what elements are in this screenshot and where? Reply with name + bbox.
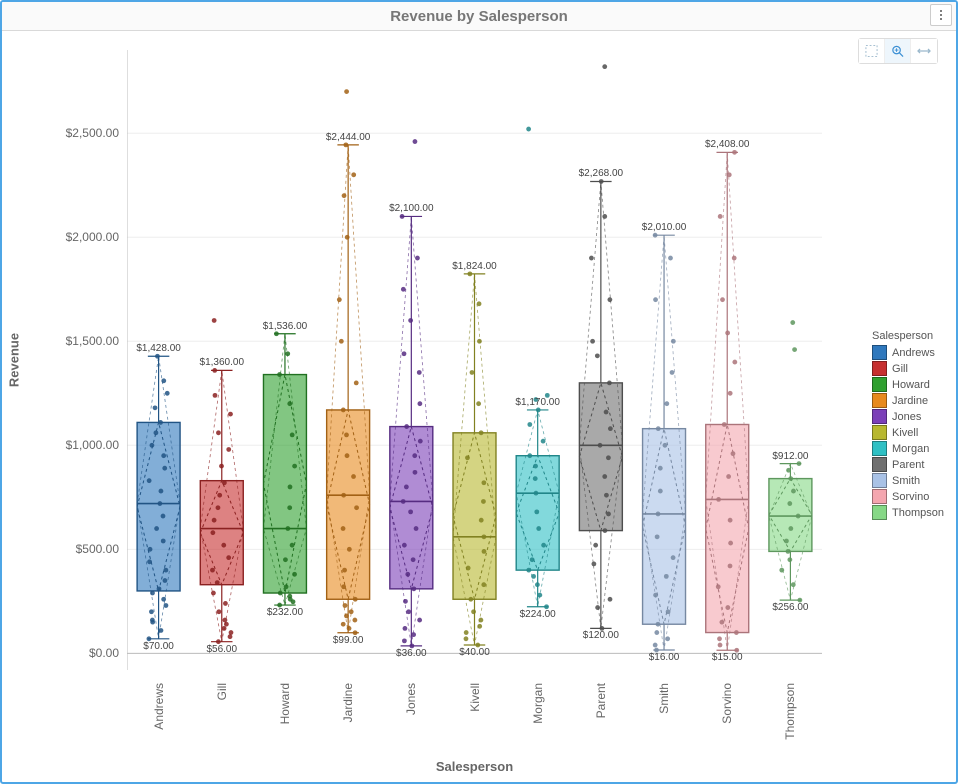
- legend-label: Andrews: [892, 347, 935, 359]
- legend-label: Smith: [892, 475, 920, 487]
- legend-label: Jones: [892, 411, 921, 423]
- x-tick-label: Jones: [404, 683, 418, 715]
- legend-item[interactable]: Andrews: [872, 345, 944, 360]
- legend-item[interactable]: Morgan: [872, 441, 944, 456]
- legend-item[interactable]: Thompson: [872, 505, 944, 520]
- chart-frame: Revenue by Salesperson Revenue $0.00 $500…: [0, 0, 958, 784]
- chart-title: Revenue by Salesperson: [390, 8, 568, 25]
- plot-svg: [127, 50, 822, 670]
- legend-item[interactable]: Jardine: [872, 393, 944, 408]
- plot-area[interactable]: $1,428.00$70.00$1,360.00$56.00$1,536.00$…: [127, 50, 822, 670]
- x-axis-title: Salesperson: [127, 759, 822, 774]
- y-tick-label: $2,500.00: [66, 126, 119, 140]
- x-tick-label: Sorvino: [720, 683, 734, 724]
- legend-label: Howard: [892, 379, 930, 391]
- legend-item[interactable]: Gill: [872, 361, 944, 376]
- chart-content: Revenue $0.00 $500.00 $1,000.00 $1,500.00 $2…: [2, 30, 956, 782]
- x-axis-labels: Andrews Gill Howard Jardine Jones Kivell Morga…: [127, 677, 822, 757]
- title-bar: Revenue by Salesperson: [2, 2, 956, 31]
- legend-item[interactable]: Howard: [872, 377, 944, 392]
- legend-swatch: [872, 505, 887, 520]
- legend-item[interactable]: Parent: [872, 457, 944, 472]
- legend-item[interactable]: Kivell: [872, 425, 944, 440]
- legend-label: Kivell: [892, 427, 918, 439]
- y-axis-title: Revenue: [7, 333, 22, 387]
- y-tick-label: $0.00: [89, 646, 119, 660]
- legend-label: Parent: [892, 459, 924, 471]
- legend-label: Sorvino: [892, 491, 929, 503]
- legend-swatch: [872, 473, 887, 488]
- x-tick-label: Jardine: [341, 683, 355, 722]
- legend-label: Thompson: [892, 507, 944, 519]
- legend-label: Gill: [892, 363, 908, 375]
- legend-swatch: [872, 489, 887, 504]
- legend-swatch: [872, 409, 887, 424]
- x-tick-label: Andrews: [152, 683, 166, 730]
- x-tick-label: Morgan: [531, 683, 545, 724]
- ellipsis-icon: [940, 9, 942, 21]
- legend-title: Salesperson: [872, 330, 944, 342]
- legend-swatch: [872, 377, 887, 392]
- y-axis: Revenue $0.00 $500.00 $1,000.00 $1,500.00 $2…: [2, 50, 127, 670]
- x-tick-label: Smith: [657, 683, 671, 714]
- legend-item[interactable]: Sorvino: [872, 489, 944, 504]
- legend-swatch: [872, 361, 887, 376]
- y-tick-label: $1,000.00: [66, 438, 119, 452]
- x-tick-label: Kivell: [468, 683, 482, 712]
- legend-swatch: [872, 393, 887, 408]
- legend-swatch: [872, 441, 887, 456]
- zoom-icon: [891, 44, 904, 58]
- legend-swatch: [872, 457, 887, 472]
- select-tool-button[interactable]: [859, 39, 885, 63]
- legend-item[interactable]: Smith: [872, 473, 944, 488]
- pan-icon: [917, 44, 931, 58]
- legend-swatch: [872, 345, 887, 360]
- marquee-icon: [865, 44, 878, 58]
- options-menu-button[interactable]: [930, 4, 952, 26]
- legend-label: Jardine: [892, 395, 928, 407]
- pan-tool-button[interactable]: [911, 39, 937, 63]
- x-tick-label: Howard: [278, 683, 292, 724]
- x-tick-label: Parent: [594, 683, 608, 718]
- x-tick-label: Gill: [215, 683, 229, 700]
- y-tick-label: $2,000.00: [66, 230, 119, 244]
- zoom-tool-button[interactable]: [885, 39, 911, 63]
- legend: Salesperson Andrews Gill Howard Jardine Jone…: [872, 330, 944, 521]
- x-tick-label: Thompson: [783, 683, 797, 740]
- legend-item[interactable]: Jones: [872, 409, 944, 424]
- chart-toolbar: [858, 38, 938, 64]
- legend-label: Morgan: [892, 443, 929, 455]
- y-tick-label: $1,500.00: [66, 334, 119, 348]
- legend-swatch: [872, 425, 887, 440]
- y-tick-label: $500.00: [76, 542, 119, 556]
